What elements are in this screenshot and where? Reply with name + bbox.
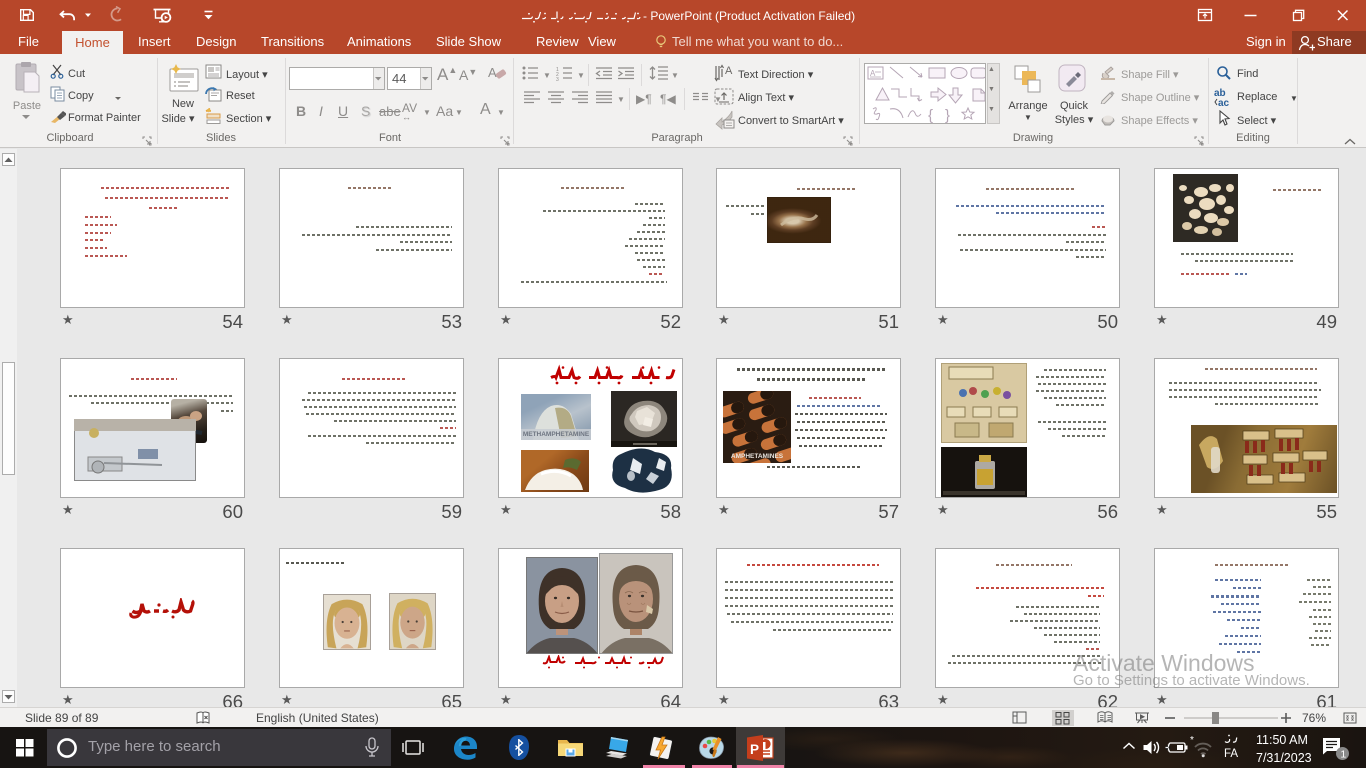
svg-text:P: P [750, 742, 759, 757]
svg-text:*: * [1190, 736, 1194, 746]
svg-text:1: 1 [1340, 749, 1346, 761]
svg-text:A: A [488, 65, 497, 80]
svg-text:}: } [945, 107, 950, 123]
svg-text:3: 3 [556, 77, 559, 82]
svg-text:ac: ac [1218, 98, 1230, 107]
svg-text:A: A [725, 65, 733, 77]
svg-text:{: { [928, 107, 933, 123]
svg-text:- PowerPoint (Product Activati: - PowerPoint (Product Activation Failed) [643, 9, 855, 23]
